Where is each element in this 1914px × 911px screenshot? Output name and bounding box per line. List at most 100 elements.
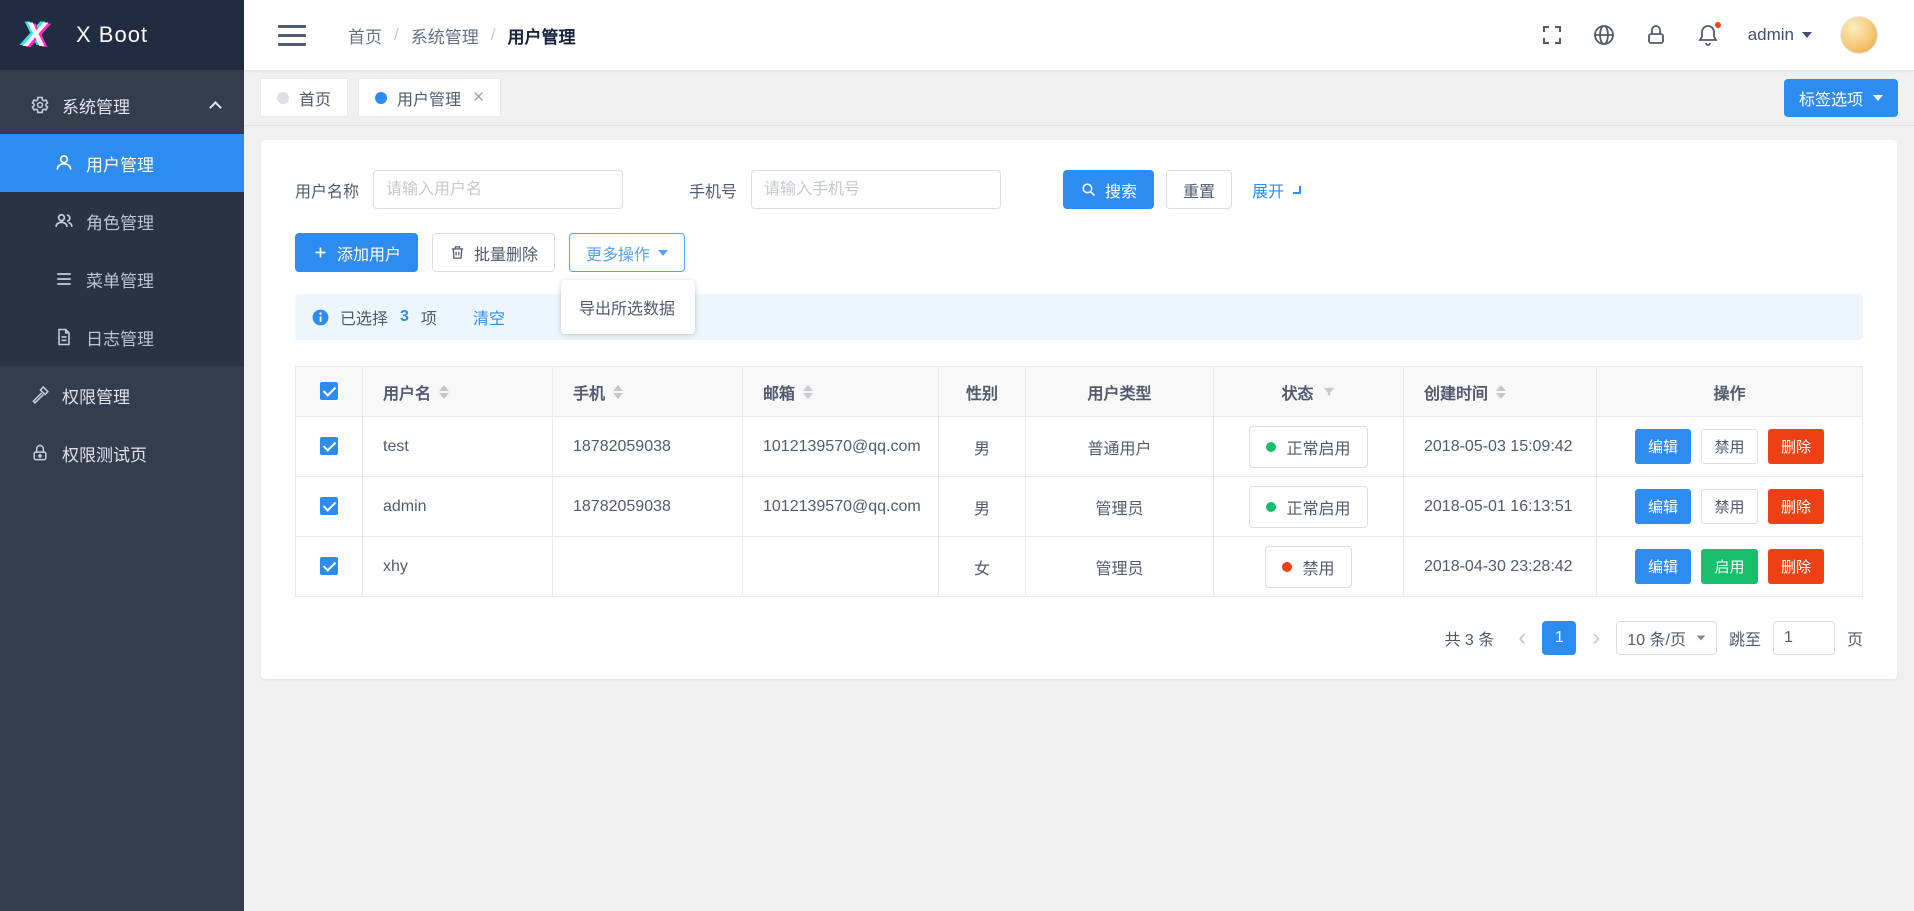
list-icon [54, 269, 74, 289]
prev-page-button[interactable]: ‹ [1514, 626, 1530, 650]
table-row: xhy 女 管理员 禁用 2018-04-30 23:28:42 编辑 启用 删… [296, 537, 1863, 597]
topbar-actions: admin [1540, 16, 1878, 54]
delete-button[interactable]: 删除 [1768, 489, 1824, 524]
more-actions-button[interactable]: 更多操作 [569, 233, 685, 272]
table-header-row: 用户名 手机 邮箱 性别 用户类型 状态 创建时间 操作 [296, 367, 1863, 417]
edit-button[interactable]: 编辑 [1635, 429, 1691, 464]
user-menu[interactable]: admin [1748, 25, 1812, 45]
username-input[interactable] [373, 170, 623, 209]
more-actions-wrap: 更多操作 导出所选数据 [569, 233, 685, 272]
page-button-1[interactable]: 1 [1542, 621, 1576, 655]
search-form: 用户名称 手机号 搜索 重置 展开 [295, 170, 1863, 209]
export-selected-item[interactable]: 导出所选数据 [561, 286, 695, 328]
tabbar: 首页 用户管理 × 标签选项 [244, 70, 1914, 126]
next-page-button[interactable]: › [1588, 626, 1604, 650]
toolbar: 添加用户 批量删除 更多操作 导出所选数据 [295, 233, 1863, 272]
info-icon [311, 308, 330, 327]
breadcrumb-current: 用户管理 [507, 23, 575, 48]
sidebar-item-menus[interactable]: 菜单管理 [0, 250, 244, 308]
sort-icon[interactable] [803, 385, 813, 399]
topbar: 首页 / 系统管理 / 用户管理 [244, 0, 1914, 70]
selection-bar: 已选择 3 项 清空 [295, 294, 1863, 340]
plus-icon [312, 244, 329, 261]
chevron-down-icon [1873, 95, 1883, 101]
add-user-button[interactable]: 添加用户 [295, 233, 418, 272]
status-badge[interactable]: 正常启用 [1249, 426, 1367, 468]
delete-button[interactable]: 删除 [1768, 429, 1824, 464]
enable-button[interactable]: 启用 [1701, 549, 1757, 584]
filter-icon[interactable] [1322, 385, 1336, 399]
logo-x-icon: XXX [22, 14, 60, 56]
sidebar-item-permissions[interactable]: 权限管理 [0, 366, 244, 424]
breadcrumb-separator: / [394, 25, 399, 45]
bell-icon[interactable] [1696, 23, 1720, 47]
breadcrumb-separator: / [491, 25, 496, 45]
disable-button[interactable]: 禁用 [1701, 489, 1757, 524]
lock-icon[interactable] [1644, 23, 1668, 47]
status-dot-icon [1266, 442, 1276, 452]
more-actions-dropdown: 导出所选数据 [561, 280, 695, 334]
batch-delete-button[interactable]: 批量删除 [432, 233, 555, 272]
app-logo[interactable]: XXX X Boot [0, 0, 244, 70]
search-button[interactable]: 搜索 [1063, 170, 1154, 209]
jump-page-input[interactable] [1773, 621, 1835, 655]
status-dot-icon [1282, 562, 1292, 572]
menu-toggle-button[interactable] [278, 25, 306, 46]
reset-button[interactable]: 重置 [1166, 170, 1232, 209]
edit-button[interactable]: 编辑 [1635, 549, 1691, 584]
status-badge[interactable]: 正常启用 [1249, 486, 1367, 528]
row-checkbox[interactable] [320, 437, 338, 455]
breadcrumb-system[interactable]: 系统管理 [411, 23, 479, 48]
row-checkbox[interactable] [320, 497, 338, 515]
sidebar-submenu: 用户管理 角色管理 菜单管理 [0, 134, 244, 366]
sort-icon[interactable] [1496, 385, 1506, 399]
sidebar-item-users[interactable]: 用户管理 [0, 134, 244, 192]
document-icon [54, 327, 74, 347]
sidebar: XXX X Boot 系统管理 用户管理 [0, 0, 244, 911]
status-badge[interactable]: 禁用 [1265, 546, 1351, 588]
table-row: test 18782059038 1012139570@qq.com 男 普通用… [296, 417, 1863, 477]
sidebar-item-logs[interactable]: 日志管理 [0, 308, 244, 366]
users-table: 用户名 手机 邮箱 性别 用户类型 状态 创建时间 操作 [295, 366, 1863, 597]
tab-options-button[interactable]: 标签选项 [1784, 79, 1898, 117]
page-size-select[interactable]: 10 条/页 [1616, 621, 1717, 655]
breadcrumb-home[interactable]: 首页 [348, 23, 382, 48]
globe-icon[interactable] [1592, 23, 1616, 47]
app-title: X Boot [76, 22, 148, 48]
avatar[interactable] [1840, 16, 1878, 54]
selected-count: 3 [400, 308, 409, 326]
select-all-checkbox[interactable] [320, 382, 338, 400]
username-label: admin [1748, 25, 1794, 45]
hammer-icon [30, 385, 50, 405]
phone-input[interactable] [751, 170, 1001, 209]
status-dot-icon [1266, 502, 1276, 512]
breadcrumb: 首页 / 系统管理 / 用户管理 [348, 23, 575, 48]
tab-users[interactable]: 用户管理 × [358, 78, 501, 117]
disable-button[interactable]: 禁用 [1701, 429, 1757, 464]
phone-label: 手机号 [689, 178, 737, 202]
close-icon[interactable]: × [473, 88, 484, 107]
content-area: 用户名称 手机号 搜索 重置 展开 [244, 126, 1914, 911]
tab-home[interactable]: 首页 [260, 78, 348, 117]
chevron-down-icon [1802, 32, 1812, 38]
fullscreen-icon[interactable] [1540, 23, 1564, 47]
sidebar-item-permission-test[interactable]: 权限测试页 [0, 424, 244, 482]
jump-suffix: 页 [1847, 626, 1863, 650]
user-icon [54, 153, 74, 173]
row-checkbox[interactable] [320, 557, 338, 575]
sort-icon[interactable] [439, 385, 449, 399]
notification-badge [1713, 20, 1723, 30]
main-column: 首页 / 系统管理 / 用户管理 [244, 0, 1914, 911]
lock-icon [30, 443, 50, 463]
sidebar-item-system[interactable]: 系统管理 [0, 76, 244, 134]
expand-link[interactable]: 展开 [1252, 178, 1301, 202]
edit-button[interactable]: 编辑 [1635, 489, 1691, 524]
chevron-down-icon [658, 250, 668, 256]
sidebar-item-roles[interactable]: 角色管理 [0, 192, 244, 250]
sort-icon[interactable] [613, 385, 623, 399]
tab-dot-icon [277, 92, 289, 104]
chevron-down-icon [1697, 635, 1706, 640]
delete-button[interactable]: 删除 [1768, 549, 1824, 584]
clear-selection-link[interactable]: 清空 [473, 305, 505, 329]
search-icon [1080, 181, 1097, 198]
